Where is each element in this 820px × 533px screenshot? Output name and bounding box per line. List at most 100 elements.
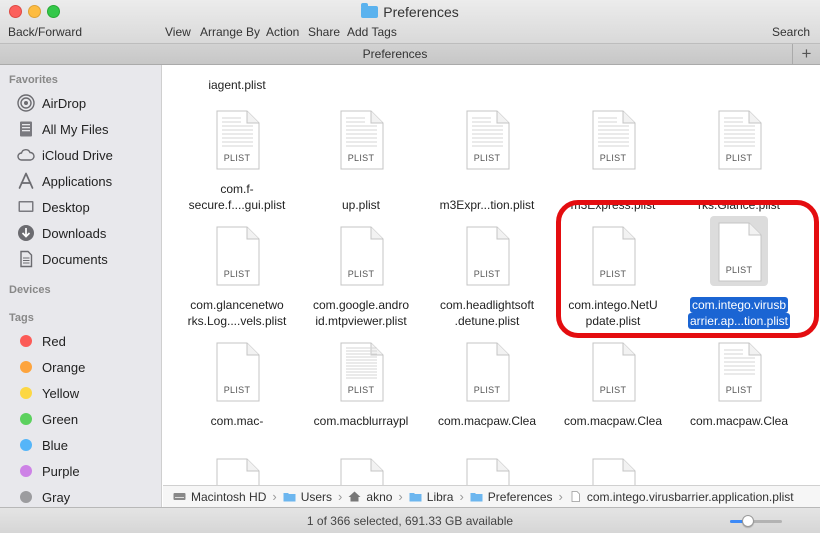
file-item[interactable] xyxy=(175,454,299,485)
file-item[interactable]: PLIST ​rks.Glance.plist xyxy=(677,106,801,216)
sidebar-item-label: iCloud Drive xyxy=(42,147,113,163)
file-item[interactable]: PLIST ​m3Express.plist xyxy=(551,106,675,216)
sidebar-item-icloud-drive[interactable]: iCloud Drive xyxy=(17,144,113,166)
file-item[interactable]: PLIST com.macpaw.Clea​ xyxy=(551,338,675,448)
file-item[interactable]: PLIST com.glancenetwo rks.Log....vels.pli… xyxy=(175,222,299,332)
file-item[interactable]: PLIST com.macblurraypl​ xyxy=(299,338,423,448)
file-name-line2: rks.Glance.plist xyxy=(697,198,781,212)
file-item[interactable]: ​ xyxy=(551,65,675,89)
tag-red-dot-icon xyxy=(20,335,32,347)
path-segment-macintosh-hd[interactable]: Macintosh HD xyxy=(173,490,266,504)
icon-type-label: PLIST xyxy=(599,153,627,163)
file-item[interactable] xyxy=(551,454,675,485)
plist-file-icon: PLIST xyxy=(589,226,637,286)
file-item[interactable]: PLIST com.mac-​ xyxy=(175,338,299,448)
view-button[interactable]: View xyxy=(165,25,191,39)
arrange-by-button[interactable]: Arrange By xyxy=(200,25,260,39)
sidebar-tag-blue[interactable]: Blue xyxy=(17,434,68,456)
path-segment-file[interactable]: com.intego.virusbarrier.application.plis… xyxy=(569,490,794,504)
sidebar-item-downloads[interactable]: Downloads xyxy=(17,222,106,244)
file-item-selected[interactable]: PLIST com.intego.virusb arrier.ap...tion.… xyxy=(677,216,801,332)
plist-file-icon xyxy=(337,458,385,485)
file-item[interactable]: ​ xyxy=(425,65,549,89)
path-segment-preferences[interactable]: Preferences xyxy=(470,490,553,504)
path-segment-users[interactable]: Users xyxy=(283,490,332,504)
file-name: ​up.plist xyxy=(301,181,421,213)
new-tab-button[interactable]: + xyxy=(792,44,820,65)
sidebar-item-label: Applications xyxy=(42,173,113,189)
file-item[interactable]: ​iagent.plist xyxy=(175,65,299,92)
path-segment-library[interactable]: Libra xyxy=(409,489,454,504)
plist-file-icon xyxy=(213,458,261,485)
sidebar-favorites-header: Favorites xyxy=(9,74,58,86)
file-name-line2: pdate.plist xyxy=(585,314,641,328)
icon-type-label: PLIST xyxy=(599,385,627,395)
file-item[interactable]: PLIST com.macpaw.Clea​ xyxy=(677,338,801,448)
home-icon xyxy=(348,491,361,502)
action-button[interactable]: Action xyxy=(266,25,299,39)
file-item[interactable]: ​ xyxy=(299,65,423,89)
file-name: com.macpaw.Clea​ xyxy=(427,413,547,445)
file-item[interactable]: ​ xyxy=(677,65,801,89)
file-item[interactable]: PLIST com.macpaw.Clea​ xyxy=(425,338,549,448)
file-name: com.mac-​ xyxy=(177,413,297,445)
back-forward-button[interactable]: Back/Forward xyxy=(8,25,82,39)
tag-blue-dot-icon xyxy=(20,439,32,451)
sidebar-item-all-my-files[interactable]: All My Files xyxy=(17,118,108,140)
file-item[interactable]: PLIST com.headlightsoft .detune.plist xyxy=(425,222,549,332)
sidebar-item-documents[interactable]: Documents xyxy=(17,248,108,270)
path-segment-home[interactable]: akno xyxy=(348,490,392,504)
add-tags-button[interactable]: Add Tags xyxy=(347,25,397,39)
tag-label: Purple xyxy=(42,463,80,479)
tab-preferences[interactable]: Preferences xyxy=(0,47,790,61)
icon-type-label: PLIST xyxy=(347,153,375,163)
icon-type-label: PLIST xyxy=(223,385,251,395)
tag-green-dot-icon xyxy=(20,413,32,425)
sidebar-tag-purple[interactable]: Purple xyxy=(17,460,80,482)
documents-icon xyxy=(17,250,35,268)
file-item[interactable]: PLIST com.f-secure.f....gui.plist xyxy=(175,106,299,216)
tag-purple-dot-icon xyxy=(20,465,32,477)
file-name: ​m3Expr...tion.plist xyxy=(427,181,547,213)
path-segment-label: Macintosh HD xyxy=(191,489,267,504)
plist-file-icon: PLIST xyxy=(463,342,511,402)
file-item[interactable] xyxy=(299,454,423,485)
path-separator: › xyxy=(459,489,464,504)
tag-label: Green xyxy=(42,411,79,427)
sidebar-tag-yellow[interactable]: Yellow xyxy=(17,382,79,404)
path-separator: › xyxy=(272,489,277,504)
sidebar-tag-red[interactable]: Red xyxy=(17,330,66,352)
share-button[interactable]: Share xyxy=(308,25,340,39)
search-button[interactable]: Search xyxy=(772,25,810,39)
file-item[interactable] xyxy=(425,454,549,485)
file-item[interactable]: PLIST ​m3Expr...tion.plist xyxy=(425,106,549,216)
window-title: Preferences xyxy=(0,3,820,20)
file-name: com.intego.virusb arrier.ap...tion.plist xyxy=(679,297,799,329)
file-item[interactable]: PLIST com.google.andro id.mtpviewer.plist xyxy=(299,222,423,332)
sidebar-tag-gray[interactable]: Gray xyxy=(17,486,70,507)
airdrop-icon xyxy=(17,94,35,112)
path-segment-label: Libra xyxy=(426,489,454,504)
icon-size-slider[interactable] xyxy=(730,515,782,527)
folder-icon xyxy=(361,3,379,18)
icon-type-label: PLIST xyxy=(599,269,627,279)
file-name: ​m3Express.plist xyxy=(553,181,673,213)
file-name-line1: com.macblurraypl xyxy=(313,414,409,428)
plist-file-icon: PLIST xyxy=(463,110,511,170)
file-name-line1: com.google.andro xyxy=(312,298,410,312)
file-item[interactable]: PLIST com.intego.NetU pdate.plist xyxy=(551,222,675,332)
blurred-file-name: ​ xyxy=(301,65,421,77)
sidebar-tag-green[interactable]: Green xyxy=(17,408,78,430)
sidebar-item-desktop[interactable]: Desktop xyxy=(17,196,90,218)
tag-orange-dot-icon xyxy=(20,361,32,373)
downloads-icon xyxy=(17,224,35,242)
plist-file-icon: PLIST xyxy=(589,110,637,170)
sidebar-tag-orange[interactable]: Orange xyxy=(17,356,85,378)
file-name-line1: com.macpaw.Clea xyxy=(689,414,789,428)
sidebar-item-airdrop[interactable]: AirDrop xyxy=(17,92,86,114)
icon-type-label: PLIST xyxy=(223,269,251,279)
window-title-text: Preferences xyxy=(383,4,459,20)
file-item[interactable]: PLIST ​up.plist xyxy=(299,106,423,216)
icon-type-label: PLIST xyxy=(223,153,251,163)
sidebar-item-applications[interactable]: Applications xyxy=(17,170,112,192)
